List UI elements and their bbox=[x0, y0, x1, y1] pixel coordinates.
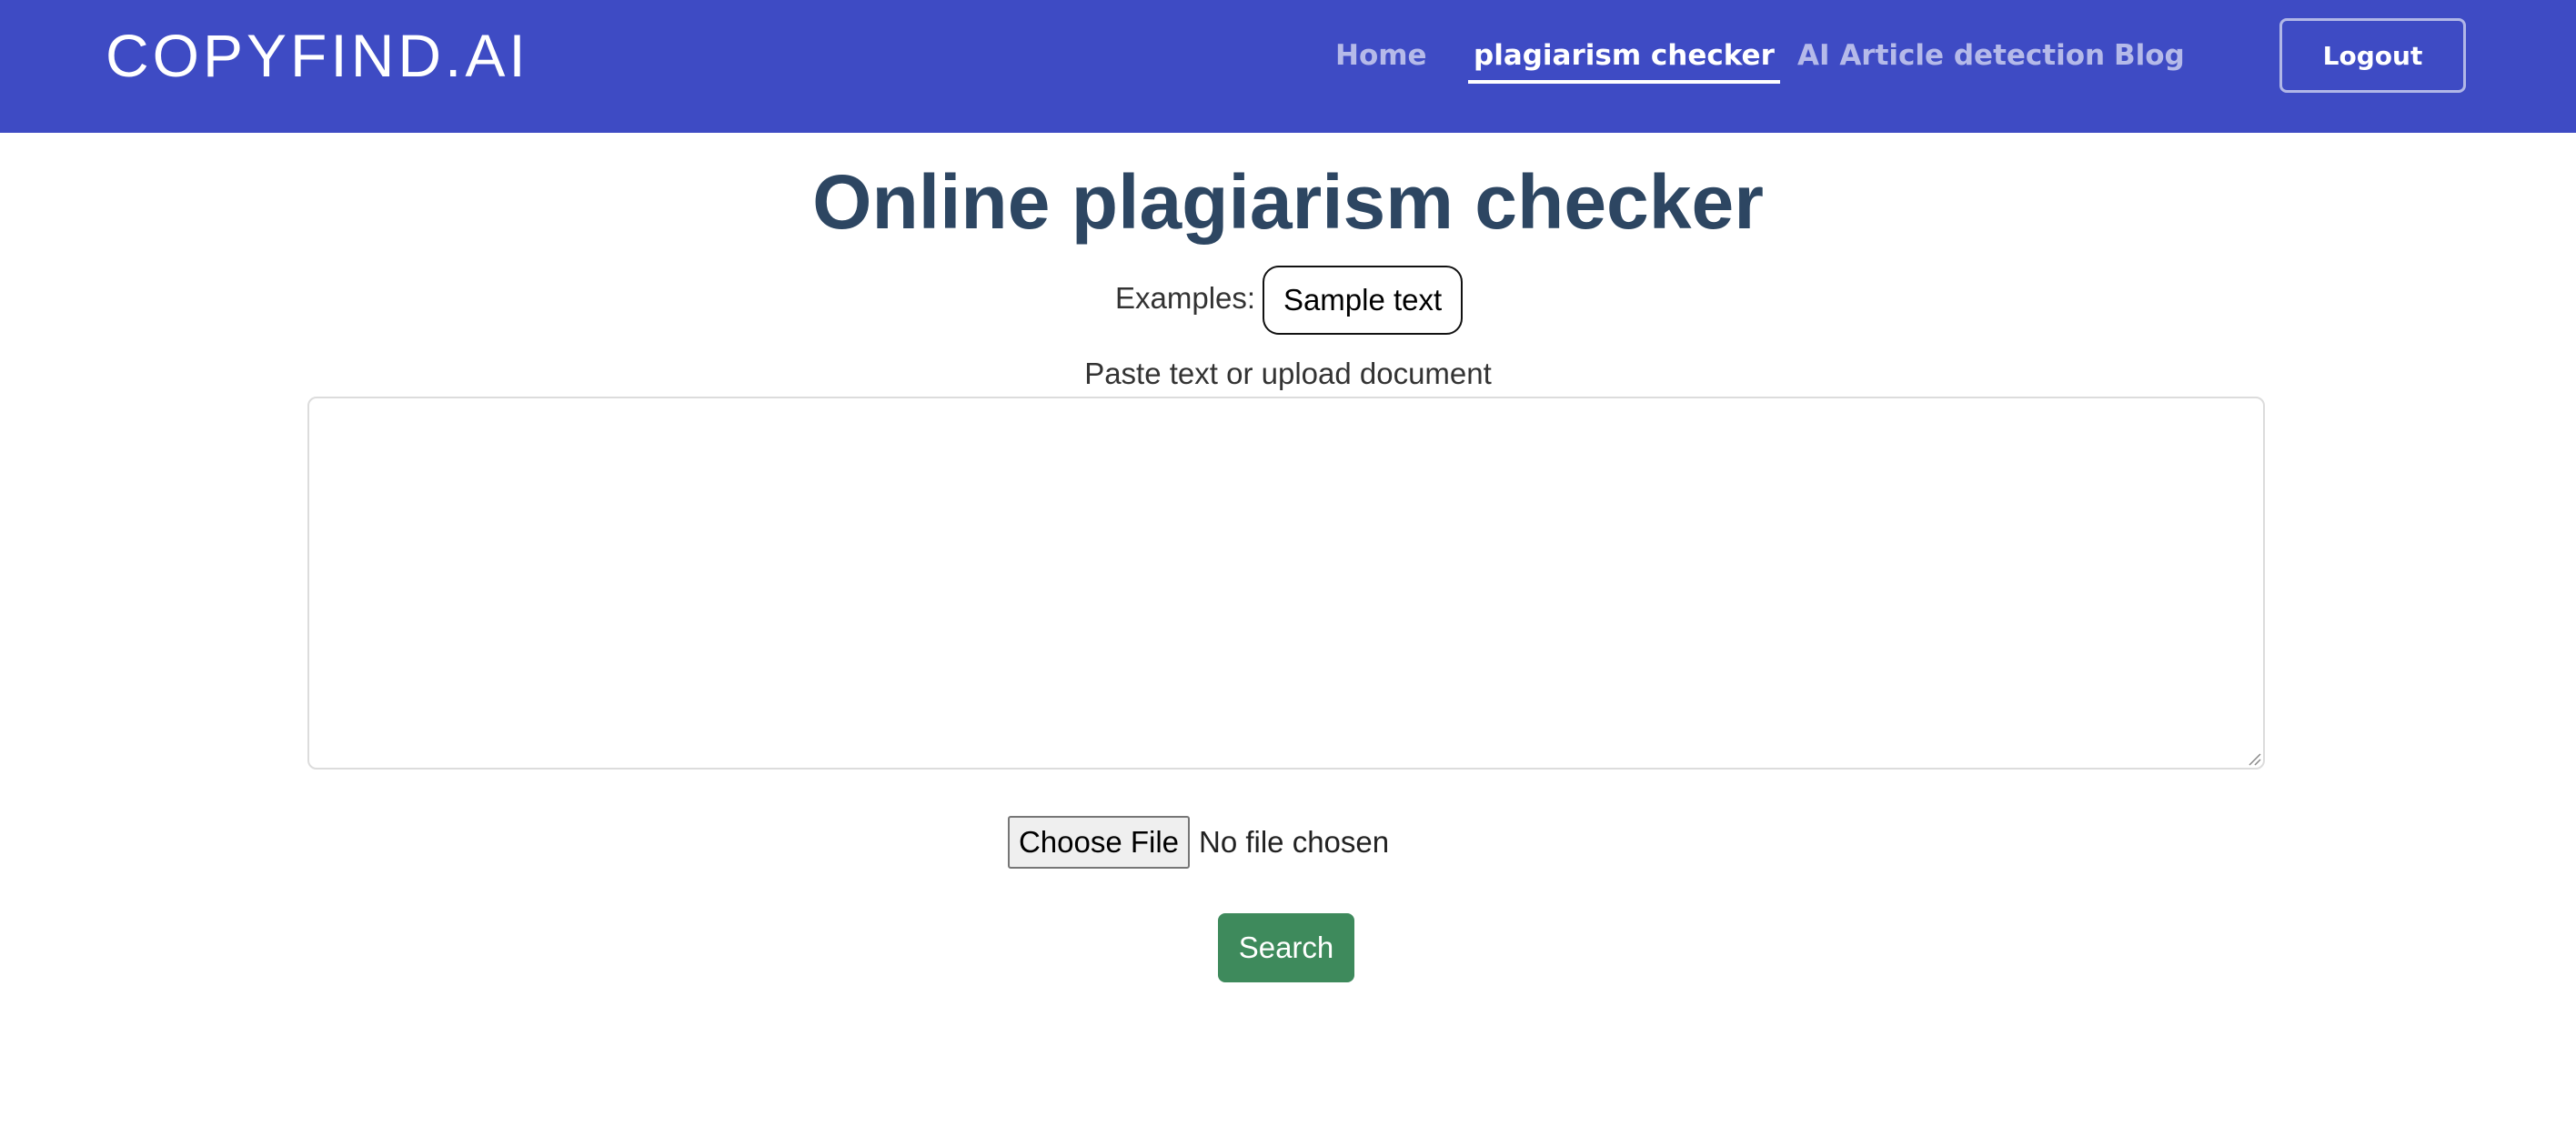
sample-text-button[interactable]: Sample text bbox=[1263, 266, 1464, 335]
file-status-text: No file chosen bbox=[1199, 825, 1390, 859]
text-input-area[interactable] bbox=[307, 397, 2265, 770]
textarea-label: Paste text or upload document bbox=[1084, 357, 1492, 390]
brand-logo[interactable]: COPYFIND.AI bbox=[106, 24, 529, 87]
file-upload-row: Choose File No file chosen bbox=[1008, 815, 1389, 870]
top-navbar: COPYFIND.AI Home plagiarism checker AI A… bbox=[0, 0, 2576, 133]
choose-file-button[interactable]: Choose File bbox=[1008, 816, 1190, 869]
nav-link-home[interactable]: Home bbox=[1335, 36, 1427, 75]
nav-link-plagiarism-checker[interactable]: plagiarism checker bbox=[1468, 36, 1780, 84]
examples-row: Examples: Sample text bbox=[1115, 266, 1464, 335]
logout-button[interactable]: Logout bbox=[2279, 18, 2466, 93]
nav-link-blog[interactable]: Blog bbox=[2114, 36, 2185, 75]
examples-label: Examples: bbox=[1115, 281, 1256, 315]
page-title: Online plagiarism checker bbox=[812, 159, 1764, 245]
search-button[interactable]: Search bbox=[1218, 913, 1354, 982]
resize-grip-icon[interactable] bbox=[2247, 751, 2261, 766]
nav-link-ai-article-detection[interactable]: AI Article detection bbox=[1797, 36, 2105, 75]
